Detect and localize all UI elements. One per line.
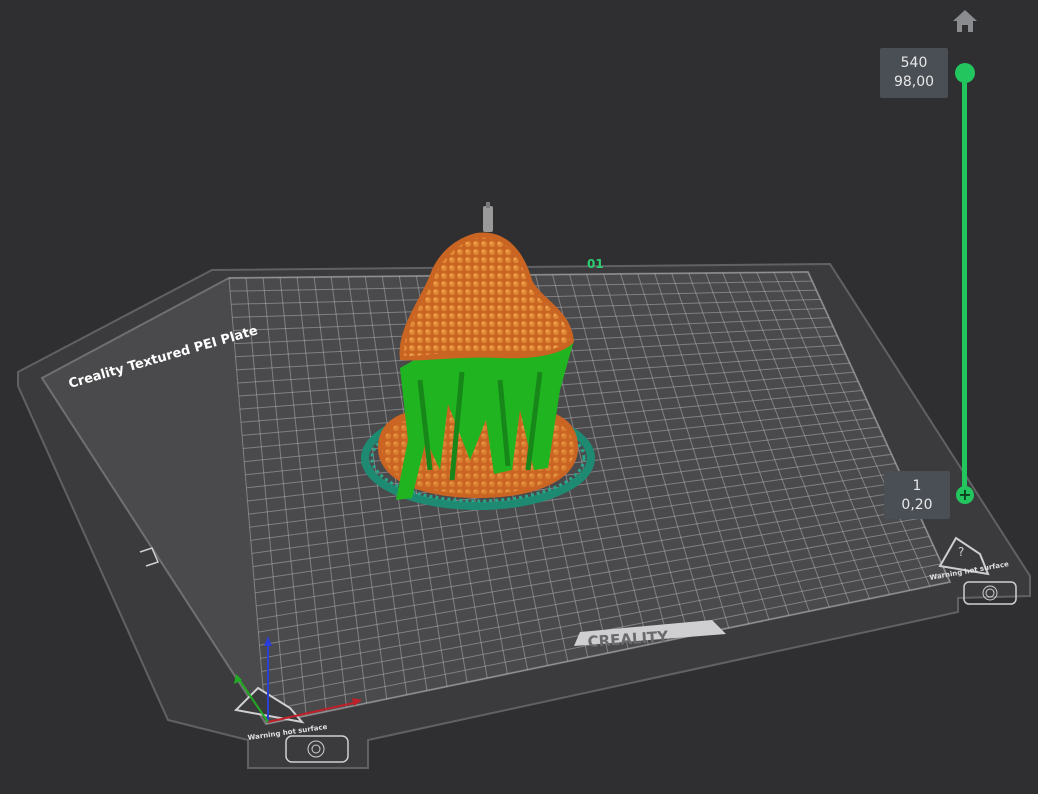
3d-viewport[interactable]: Creality Textured PEI Plate 01 CREALITY … bbox=[0, 0, 1038, 794]
home-icon bbox=[953, 10, 977, 32]
top-layer-label: 540 98,00 bbox=[880, 48, 948, 98]
layer-slider-top-handle[interactable] bbox=[955, 63, 975, 83]
top-layer-height: 98,00 bbox=[893, 74, 935, 90]
home-view-button[interactable] bbox=[950, 6, 980, 36]
top-layer-number: 540 bbox=[900, 55, 928, 71]
bottom-layer-label: 1 0,20 bbox=[884, 471, 950, 519]
plate-number-label: 01 bbox=[587, 257, 604, 271]
layer-slider-track[interactable] bbox=[962, 72, 967, 496]
svg-text:?: ? bbox=[958, 545, 964, 559]
nozzle-marker bbox=[483, 206, 493, 232]
bottom-layer-height: 0,20 bbox=[901, 497, 933, 513]
bottom-layer-number: 1 bbox=[912, 478, 922, 494]
plus-icon: + bbox=[958, 485, 972, 504]
layer-slider-bottom-handle[interactable]: + bbox=[956, 486, 974, 504]
